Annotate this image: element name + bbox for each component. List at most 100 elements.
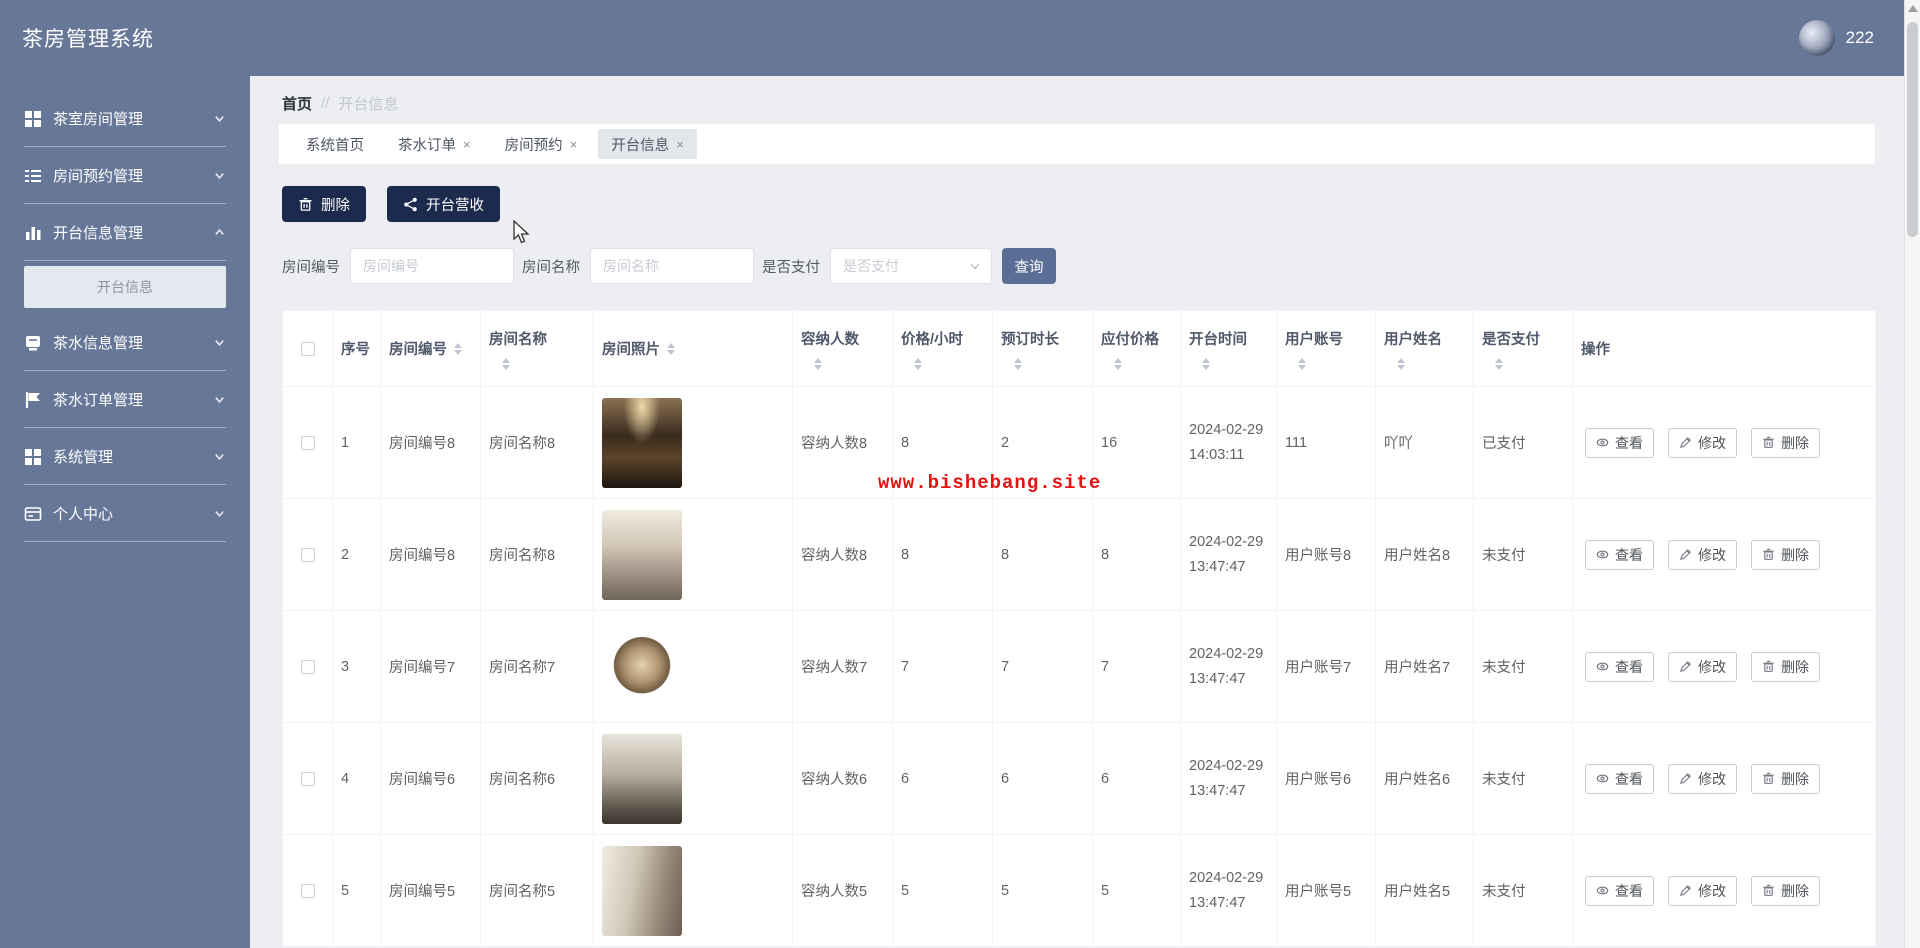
sidebar-item-room-reservation-management[interactable]: 房间预约管理: [0, 147, 250, 204]
view-button[interactable]: 查看: [1585, 539, 1654, 570]
sort-icon[interactable]: [454, 342, 462, 355]
share-icon: [404, 197, 417, 211]
cell-room-no: 房间编号8: [380, 498, 481, 611]
sidebar-item-tea-room-management[interactable]: 茶室房间管理: [0, 90, 250, 147]
row-checkbox[interactable]: [300, 659, 315, 674]
flag-icon: [25, 391, 40, 408]
toolbar: 删除 开台营收: [282, 186, 1875, 222]
view-button[interactable]: 查看: [1585, 651, 1654, 682]
cell-payable: 7: [1092, 610, 1181, 723]
cell-time: 2024-02-29 14:03:11: [1180, 386, 1277, 499]
room-photo[interactable]: [602, 845, 682, 936]
cell-user-name: 用户姓名6: [1375, 722, 1474, 835]
eye-icon: [1596, 886, 1609, 895]
edit-button[interactable]: 修改: [1668, 539, 1738, 570]
sidebar-item-system-management[interactable]: 系统管理: [0, 428, 250, 485]
view-button[interactable]: 查看: [1585, 875, 1654, 906]
sidebar-item-personal-center[interactable]: 个人中心: [0, 485, 250, 542]
tab-close-icon[interactable]: ×: [676, 138, 684, 151]
tab-system-home[interactable]: 系统首页: [293, 129, 377, 159]
room-photo[interactable]: [602, 621, 682, 712]
tab-close-icon[interactable]: ×: [570, 138, 578, 151]
tab-close-icon[interactable]: ×: [463, 138, 471, 151]
edit-button[interactable]: 修改: [1668, 427, 1738, 458]
tab-opening-info[interactable]: 开台信息 ×: [598, 129, 697, 159]
sort-icon[interactable]: [1298, 357, 1306, 370]
edit-button[interactable]: 修改: [1668, 763, 1738, 794]
chevron-down-icon: [970, 263, 980, 270]
row-checkbox[interactable]: [300, 883, 315, 898]
delete-row-button[interactable]: 删除: [1751, 651, 1821, 682]
room-photo[interactable]: [602, 509, 682, 600]
cell-account: 用户账号6: [1276, 722, 1376, 835]
avatar[interactable]: [1798, 20, 1835, 56]
sort-icon[interactable]: [667, 342, 675, 355]
chevron-down-icon: [215, 397, 224, 403]
delete-row-button[interactable]: 删除: [1751, 763, 1821, 794]
view-button[interactable]: 查看: [1585, 763, 1654, 794]
sort-icon[interactable]: [1397, 357, 1405, 370]
trash-icon: [1763, 660, 1774, 672]
row-checkbox[interactable]: [300, 435, 315, 450]
main-content: 首页 // 开台信息 系统首页 茶水订单 × 房间预约 × 开台信息 × 删除 …: [250, 76, 1904, 948]
cell-room-no: 房间编号7: [380, 610, 481, 723]
sort-icon[interactable]: [1495, 357, 1503, 370]
select-all-checkbox[interactable]: [300, 341, 315, 356]
scrollbar-thumb[interactable]: [1907, 22, 1918, 237]
sidebar-subitem-opening-info[interactable]: 开台信息: [24, 266, 226, 308]
cell-account: 用户账号7: [1276, 610, 1376, 723]
table-row: 5 房间编号5 房间名称5 容纳人数5 5 5 5 2024-02-29 13:…: [282, 834, 1876, 947]
room-photo[interactable]: [602, 397, 682, 488]
view-button-label: 查看: [1615, 882, 1643, 899]
row-checkbox[interactable]: [300, 771, 315, 786]
revenue-button[interactable]: 开台营收: [387, 186, 500, 222]
cell-paid-status: 未支付: [1473, 834, 1573, 947]
cell-account: 用户账号8: [1276, 498, 1376, 611]
sidebar-item-tea-order-management[interactable]: 茶水订单管理: [0, 371, 250, 428]
cell-price: 8: [892, 498, 993, 611]
tab-tea-orders[interactable]: 茶水订单 ×: [385, 129, 484, 159]
row-checkbox[interactable]: [300, 547, 315, 562]
col-index: 序号: [341, 342, 370, 358]
user-area[interactable]: 222: [1798, 20, 1874, 56]
delete-row-button[interactable]: 删除: [1751, 539, 1821, 570]
sort-icon[interactable]: [502, 357, 510, 370]
delete-button[interactable]: 删除: [282, 186, 366, 222]
scrollbar[interactable]: [1904, 0, 1920, 948]
cell-user-name: 吖吖: [1375, 386, 1474, 499]
sort-icon[interactable]: [1202, 357, 1210, 370]
cell-payable: 5: [1092, 834, 1181, 947]
room-name-input[interactable]: [590, 248, 754, 284]
delete-row-button[interactable]: 删除: [1751, 875, 1821, 906]
tab-room-reservation[interactable]: 房间预约 ×: [492, 129, 591, 159]
scroll-up-icon[interactable]: [1908, 5, 1918, 12]
sidebar-item-tea-info-management[interactable]: 茶水信息管理: [0, 314, 250, 371]
breadcrumb-home[interactable]: 首页: [282, 93, 312, 114]
eye-icon: [1596, 438, 1609, 447]
sidebar-item-label: 系统管理: [53, 449, 114, 466]
view-button[interactable]: 查看: [1585, 427, 1654, 458]
edit-button[interactable]: 修改: [1668, 875, 1738, 906]
search-button[interactable]: 查询: [1002, 248, 1056, 284]
chevron-down-icon: [215, 116, 224, 122]
sort-icon[interactable]: [1014, 357, 1022, 370]
paid-label: 是否支付: [762, 259, 820, 276]
edit-button[interactable]: 修改: [1668, 651, 1738, 682]
sort-icon[interactable]: [814, 357, 822, 370]
paid-select[interactable]: 是否支付: [830, 248, 992, 284]
cell-duration: 8: [992, 498, 1093, 611]
sidebar-item-label: 开台信息管理: [53, 225, 144, 242]
col-payable: 应付价格: [1101, 331, 1159, 348]
cell-room-no: 房间编号5: [380, 834, 481, 947]
cell-user-name: 用户姓名5: [1375, 834, 1474, 947]
view-button-label: 查看: [1615, 770, 1643, 787]
sort-icon[interactable]: [1114, 357, 1122, 370]
sidebar-item-opening-info-management[interactable]: 开台信息管理: [0, 204, 250, 261]
cell-room-name: 房间名称5: [480, 834, 594, 947]
delete-row-button[interactable]: 删除: [1751, 427, 1821, 458]
data-table: 序号 房间编号 房间名称 房间照片 容纳人数 价格/小时 预订时长 应付价格 开…: [282, 310, 1876, 947]
sort-icon[interactable]: [914, 357, 922, 370]
table-row: 4 房间编号6 房间名称6 容纳人数6 6 6 6 2024-02-29 13:…: [282, 722, 1876, 835]
room-no-input[interactable]: [350, 248, 514, 284]
room-photo[interactable]: [602, 733, 682, 824]
